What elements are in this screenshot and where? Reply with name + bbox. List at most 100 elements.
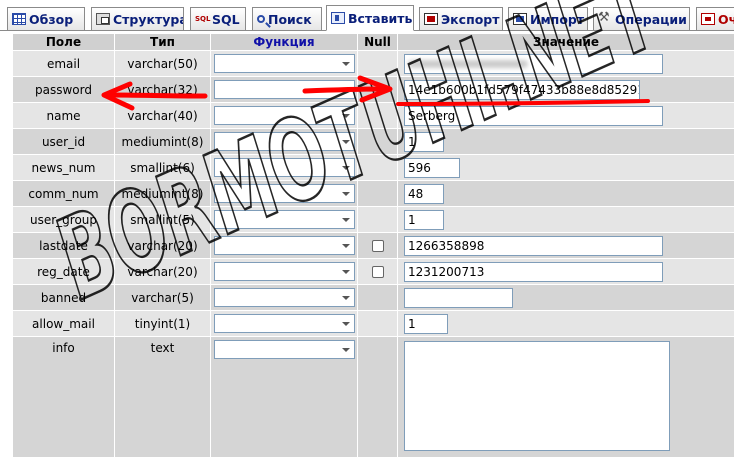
- tab-browse[interactable]: Обзор: [7, 7, 85, 30]
- function-select[interactable]: [214, 262, 355, 281]
- function-cell: [211, 285, 357, 310]
- tab-structure[interactable]: Структура: [91, 7, 184, 30]
- null-checkbox[interactable]: [371, 239, 384, 252]
- function-select[interactable]: [214, 184, 355, 203]
- value-input[interactable]: 1266358898: [404, 236, 663, 256]
- field-type: smallint(5): [115, 207, 210, 232]
- field-type: varchar(20): [115, 233, 210, 258]
- value-cell: 1: [398, 311, 734, 336]
- function-select[interactable]: [214, 340, 355, 359]
- function-cell: [211, 155, 357, 180]
- null-cell: [358, 285, 397, 310]
- tab-import-label: Импорт: [530, 11, 585, 27]
- chevron-down-icon[interactable]: [337, 133, 354, 150]
- value-cell: 596: [398, 155, 734, 180]
- field-name: password: [13, 77, 114, 102]
- chevron-down-icon[interactable]: [337, 263, 354, 280]
- value-input[interactable]: Serberg: [404, 106, 663, 126]
- chevron-down-icon[interactable]: [337, 81, 354, 98]
- header-type: Тип: [115, 34, 210, 50]
- table-row: name varchar(40) Serberg: [13, 103, 734, 128]
- value-cell: Serberg: [398, 103, 734, 128]
- chevron-down-icon[interactable]: [337, 341, 354, 358]
- value-cell: [398, 337, 734, 457]
- value-textarea[interactable]: [404, 341, 670, 451]
- function-select[interactable]: [214, 314, 355, 333]
- function-cell: [211, 181, 357, 206]
- field-type: varchar(50): [115, 51, 210, 76]
- value-input[interactable]: 1231200713: [404, 262, 663, 282]
- function-select[interactable]: [214, 158, 355, 177]
- field-name: news_num: [13, 155, 114, 180]
- insert-form-table: Поле Тип Функция Null Значение email varc…: [13, 34, 734, 457]
- function-select[interactable]: [214, 54, 355, 73]
- chevron-down-icon[interactable]: [337, 185, 354, 202]
- null-cell: [358, 181, 397, 206]
- value-cell: 14e1b600b1fd579f47433b88e8d85291: [398, 77, 734, 102]
- tab-insert[interactable]: Вставить: [326, 5, 414, 31]
- function-select[interactable]: [214, 132, 355, 151]
- chevron-down-icon[interactable]: [337, 159, 354, 176]
- table-row: reg_date varchar(20) 1231200713: [13, 259, 734, 284]
- chevron-down-icon[interactable]: [337, 107, 354, 124]
- chevron-down-icon[interactable]: [337, 315, 354, 332]
- function-cell: [211, 233, 357, 258]
- null-checkbox[interactable]: [371, 265, 384, 278]
- structure-icon: [96, 13, 110, 25]
- blurred-value: [408, 60, 528, 68]
- chevron-down-icon[interactable]: [337, 237, 354, 254]
- function-cell: [211, 51, 357, 76]
- field-type: varchar(32): [115, 77, 210, 102]
- tab-empty[interactable]: Оч: [696, 7, 734, 30]
- field-type: varchar(5): [115, 285, 210, 310]
- function-cell: [211, 103, 357, 128]
- function-select[interactable]: [214, 236, 355, 255]
- null-cell: [358, 51, 397, 76]
- field-name: email: [13, 51, 114, 76]
- tab-sql[interactable]: SQL SQL: [190, 7, 246, 30]
- chevron-down-icon[interactable]: [337, 211, 354, 228]
- function-select[interactable]: [214, 106, 355, 125]
- value-input[interactable]: 596: [404, 158, 460, 178]
- tab-operations[interactable]: Операции: [593, 7, 690, 30]
- export-icon: [424, 13, 438, 25]
- value-input[interactable]: [404, 54, 663, 74]
- table-row: info text: [13, 337, 734, 457]
- field-type: tinyint(1): [115, 311, 210, 336]
- function-select[interactable]: [214, 80, 355, 99]
- tab-sql-label: SQL: [212, 11, 240, 27]
- chevron-down-icon[interactable]: [337, 289, 354, 306]
- value-input[interactable]: [404, 288, 513, 308]
- sql-icon: SQL: [195, 15, 211, 23]
- field-name: user_group: [13, 207, 114, 232]
- function-select[interactable]: [214, 210, 355, 229]
- table-row: email varchar(50): [13, 51, 734, 76]
- tab-export-label: Экспорт: [441, 11, 500, 27]
- field-name: comm_num: [13, 181, 114, 206]
- function-cell: [211, 129, 357, 154]
- value-cell: [398, 51, 734, 76]
- header-function[interactable]: Функция: [211, 34, 357, 50]
- tab-browse-label: Обзор: [29, 11, 74, 27]
- value-cell: 1231200713: [398, 259, 734, 284]
- empty-icon: [701, 13, 715, 25]
- chevron-down-icon[interactable]: [337, 55, 354, 72]
- header-field: Поле: [13, 34, 114, 50]
- tab-export[interactable]: Экспорт: [419, 7, 503, 30]
- function-cell: [211, 77, 357, 102]
- tab-empty-label: Оч: [718, 11, 734, 27]
- tab-search[interactable]: Поиск: [252, 7, 322, 30]
- table-row: comm_num mediumint(8) 48: [13, 181, 734, 206]
- tab-import[interactable]: Импорт: [508, 7, 588, 30]
- value-input[interactable]: 1: [404, 210, 444, 230]
- null-cell: [358, 155, 397, 180]
- function-cell: [211, 259, 357, 284]
- function-select[interactable]: [214, 288, 355, 307]
- value-input[interactable]: 14e1b600b1fd579f47433b88e8d85291: [404, 80, 640, 100]
- function-cell: [211, 311, 357, 336]
- value-input[interactable]: 48: [404, 184, 444, 204]
- field-name: name: [13, 103, 114, 128]
- value-input[interactable]: 1: [404, 132, 444, 152]
- tab-structure-label: Структура: [113, 11, 184, 27]
- value-input[interactable]: 1: [404, 314, 448, 334]
